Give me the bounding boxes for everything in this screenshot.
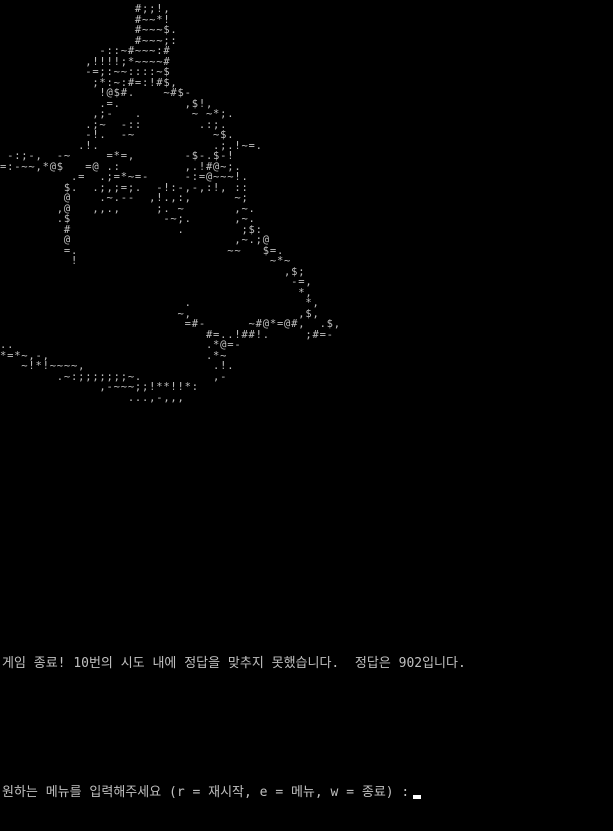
menu-prompt-text: 원하는 메뉴를 입력해주세요 (r = 재시작, e = 메뉴, w = 종료)…	[2, 785, 410, 800]
text-cursor[interactable]	[413, 795, 422, 799]
ascii-art-drawing: #;;!, #~~*! #~~~$. #~~~;: -::~#~~~:# ,!!…	[0, 3, 341, 404]
menu-prompt-line[interactable]: 원하는 메뉴를 입력해주세요 (r = 재시작, e = 메뉴, w = 종료)…	[2, 784, 422, 802]
game-result-message: 게임 종료! 10번의 시도 내에 정답을 맞추지 못했습니다. 정답은 902…	[2, 656, 466, 671]
console-window: #;;!, #~~*! #~~~$. #~~~;: -::~#~~~:# ,!!…	[0, 0, 613, 831]
